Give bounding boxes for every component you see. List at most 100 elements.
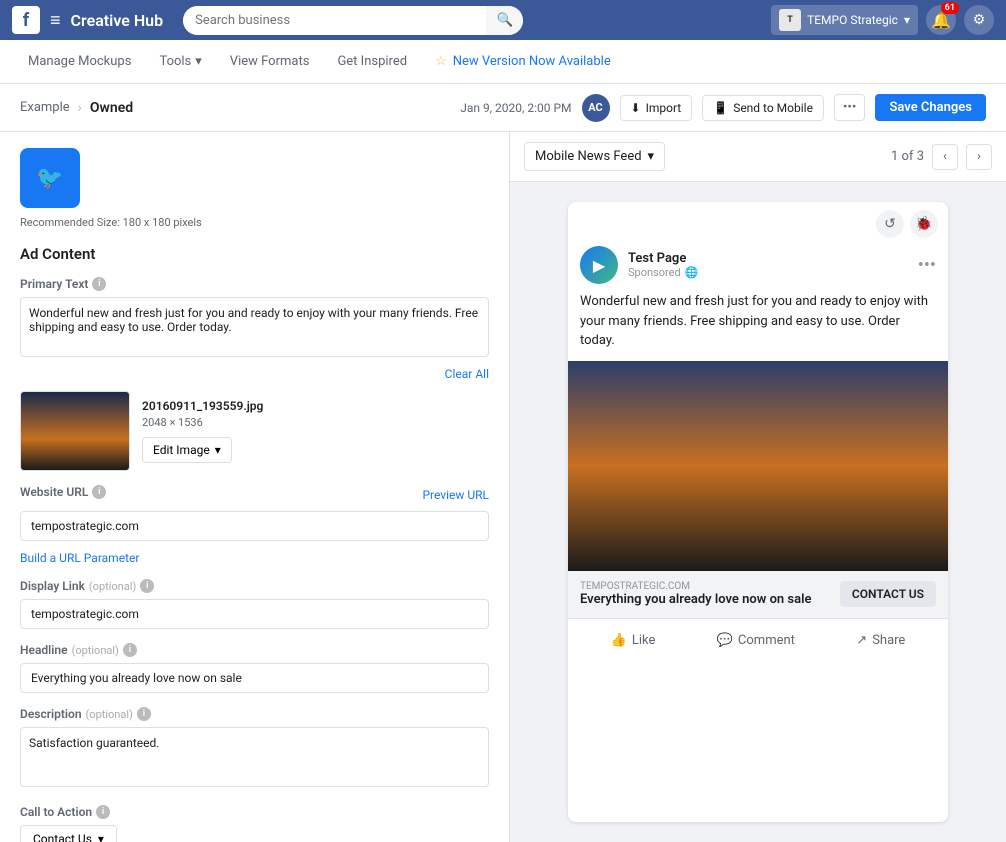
display-link-input[interactable]: [20, 599, 489, 629]
breadcrumb-example[interactable]: Example: [20, 100, 70, 115]
share-icon: ↗: [856, 633, 867, 648]
ad-sponsored: Sponsored 🌐: [628, 266, 698, 279]
display-link-label: Display Link (optional) i: [20, 579, 489, 593]
image-dimensions: 2048 × 1536: [142, 416, 489, 429]
app-title: Creative Hub: [71, 11, 164, 30]
comment-icon: 💬: [717, 633, 733, 648]
send-to-mobile-label: Send to Mobile: [733, 101, 813, 115]
description-label: Description (optional) i: [20, 707, 489, 721]
bug-icon[interactable]: 🐞: [910, 210, 938, 238]
website-url-info-icon[interactable]: i: [92, 485, 106, 499]
share-label: Share: [872, 633, 905, 648]
hamburger-icon[interactable]: ≡: [50, 10, 61, 31]
notification-badge: 61: [941, 2, 959, 14]
image-row: 20160911_193559.jpg 2048 × 1536 Edit Ima…: [20, 391, 489, 471]
notifications-button[interactable]: 🔔 61: [926, 5, 956, 35]
account-chevron-icon: ▾: [904, 13, 910, 27]
account-name: TEMPO Strategic: [807, 13, 898, 27]
import-icon: ⬇: [631, 101, 641, 115]
clear-all-link[interactable]: Clear All: [20, 367, 489, 381]
breadcrumb-meta: Jan 9, 2020, 2:00 PM AC ⬇ Import 📱 Send …: [460, 94, 986, 122]
ad-site-domain: TEMPOSTRATEGIC.COM: [580, 581, 840, 592]
view-formats-nav[interactable]: View Formats: [218, 44, 322, 79]
breadcrumb-separator: ›: [78, 100, 82, 116]
primary-text-input[interactable]: Wonderful new and fresh just for you and…: [20, 297, 489, 357]
website-url-label: Website URL i: [20, 485, 106, 499]
preview-url-link[interactable]: Preview URL: [422, 488, 489, 502]
right-panel: Mobile News Feed ▾ 1 of 3 ‹ › ↺ 🐞: [510, 132, 1006, 842]
left-panel: 🐦 Recommended Size: 180 x 180 pixels Ad …: [0, 132, 510, 842]
preview-count: 1 of 3 ‹ ›: [891, 144, 992, 170]
ad-page-name: Test Page: [628, 251, 698, 266]
headline-info-icon[interactable]: i: [123, 643, 137, 657]
ad-engagement: 👍 Like 💬 Comment ↗ Share: [568, 618, 948, 662]
image-info: 20160911_193559.jpg 2048 × 1536 Edit Ima…: [142, 399, 489, 463]
like-icon: 👍: [611, 633, 627, 648]
ad-more-icon[interactable]: •••: [918, 255, 936, 276]
next-arrow[interactable]: ›: [966, 144, 992, 170]
headline-label: Headline (optional) i: [20, 643, 489, 657]
website-url-input[interactable]: [20, 511, 489, 541]
import-label: Import: [646, 101, 682, 115]
primary-text-info-icon[interactable]: i: [92, 277, 106, 291]
edit-image-chevron-icon: ▾: [215, 443, 221, 457]
manage-mockups-label: Manage Mockups: [28, 54, 131, 69]
send-to-mobile-button[interactable]: 📱 Send to Mobile: [702, 95, 824, 121]
call-to-action-label: Call to Action i: [20, 805, 489, 819]
comment-button[interactable]: 💬 Comment: [707, 627, 805, 654]
top-navigation: f ≡ Creative Hub 🔍 T TEMPO Strategic ▾ 🔔…: [0, 0, 1006, 40]
top-nav-right: T TEMPO Strategic ▾ 🔔 61 ⚙: [771, 5, 994, 35]
ad-content-title: Ad Content: [20, 245, 489, 263]
breadcrumb-current: Owned: [90, 100, 133, 116]
new-version-label: New Version Now Available: [453, 54, 611, 69]
build-url-link[interactable]: Build a URL Parameter: [20, 551, 489, 565]
like-button[interactable]: 👍 Like: [601, 627, 666, 654]
call-to-action-button[interactable]: Contact Us ▾: [20, 825, 117, 842]
prev-arrow[interactable]: ‹: [932, 144, 958, 170]
ad-site-title: Everything you already love now on sale: [580, 592, 840, 609]
ad-body-text: Wonderful new and fresh just for you and…: [568, 292, 948, 361]
preview-format-label: Mobile News Feed: [535, 149, 642, 164]
website-url-row: Website URL i Preview URL: [20, 485, 489, 505]
import-button[interactable]: ⬇ Import: [620, 95, 693, 121]
get-inspired-nav[interactable]: Get Inspired: [325, 44, 419, 79]
new-version-nav[interactable]: ☆ New Version Now Available: [423, 44, 623, 79]
main-layout: 🐦 Recommended Size: 180 x 180 pixels Ad …: [0, 132, 1006, 842]
secondary-navigation: Manage Mockups Tools ▾ View Formats Get …: [0, 40, 1006, 84]
description-info-icon[interactable]: i: [137, 707, 151, 721]
display-link-info-icon[interactable]: i: [140, 579, 154, 593]
settings-button[interactable]: ⚙: [964, 5, 994, 35]
headline-input[interactable]: [20, 663, 489, 693]
search-button[interactable]: 🔍: [486, 6, 523, 35]
mobile-icon: 📱: [713, 101, 728, 115]
image-thumbnail: [20, 391, 130, 471]
profile-image: 🐦: [20, 148, 80, 208]
like-label: Like: [632, 633, 656, 648]
ad-site-info: TEMPOSTRATEGIC.COM Everything you alread…: [580, 581, 840, 609]
save-changes-button[interactable]: Save Changes: [875, 94, 986, 121]
account-switcher[interactable]: T TEMPO Strategic ▾: [771, 5, 918, 35]
call-to-action-info-icon[interactable]: i: [96, 805, 110, 819]
tools-nav[interactable]: Tools ▾: [147, 44, 213, 79]
share-button[interactable]: ↗ Share: [846, 627, 915, 654]
ad-cta-bar: TEMPOSTRATEGIC.COM Everything you alread…: [568, 571, 948, 619]
get-inspired-label: Get Inspired: [337, 54, 407, 69]
star-icon: ☆: [435, 54, 447, 69]
manage-mockups-nav[interactable]: Manage Mockups: [16, 44, 143, 79]
facebook-icon[interactable]: f: [12, 6, 40, 34]
view-formats-label: View Formats: [230, 54, 310, 69]
preview-format-select[interactable]: Mobile News Feed ▾: [524, 142, 665, 171]
cta-value: Contact Us: [33, 832, 92, 842]
edit-image-button[interactable]: Edit Image ▾: [142, 437, 232, 463]
search-input[interactable]: [183, 7, 486, 34]
primary-text-label: Primary Text i: [20, 277, 489, 291]
more-options-button[interactable]: •••: [834, 94, 866, 121]
tools-chevron-icon: ▾: [195, 54, 202, 69]
tools-label: Tools: [159, 54, 191, 69]
ad-header: ▶ Test Page Sponsored 🌐 •••: [568, 246, 948, 292]
ad-cta-button[interactable]: CONTACT US: [840, 581, 936, 607]
refresh-icon[interactable]: ↺: [876, 210, 904, 238]
avatar: AC: [582, 94, 610, 122]
ad-image: [568, 361, 948, 571]
description-input[interactable]: Satisfaction guaranteed.: [20, 727, 489, 787]
